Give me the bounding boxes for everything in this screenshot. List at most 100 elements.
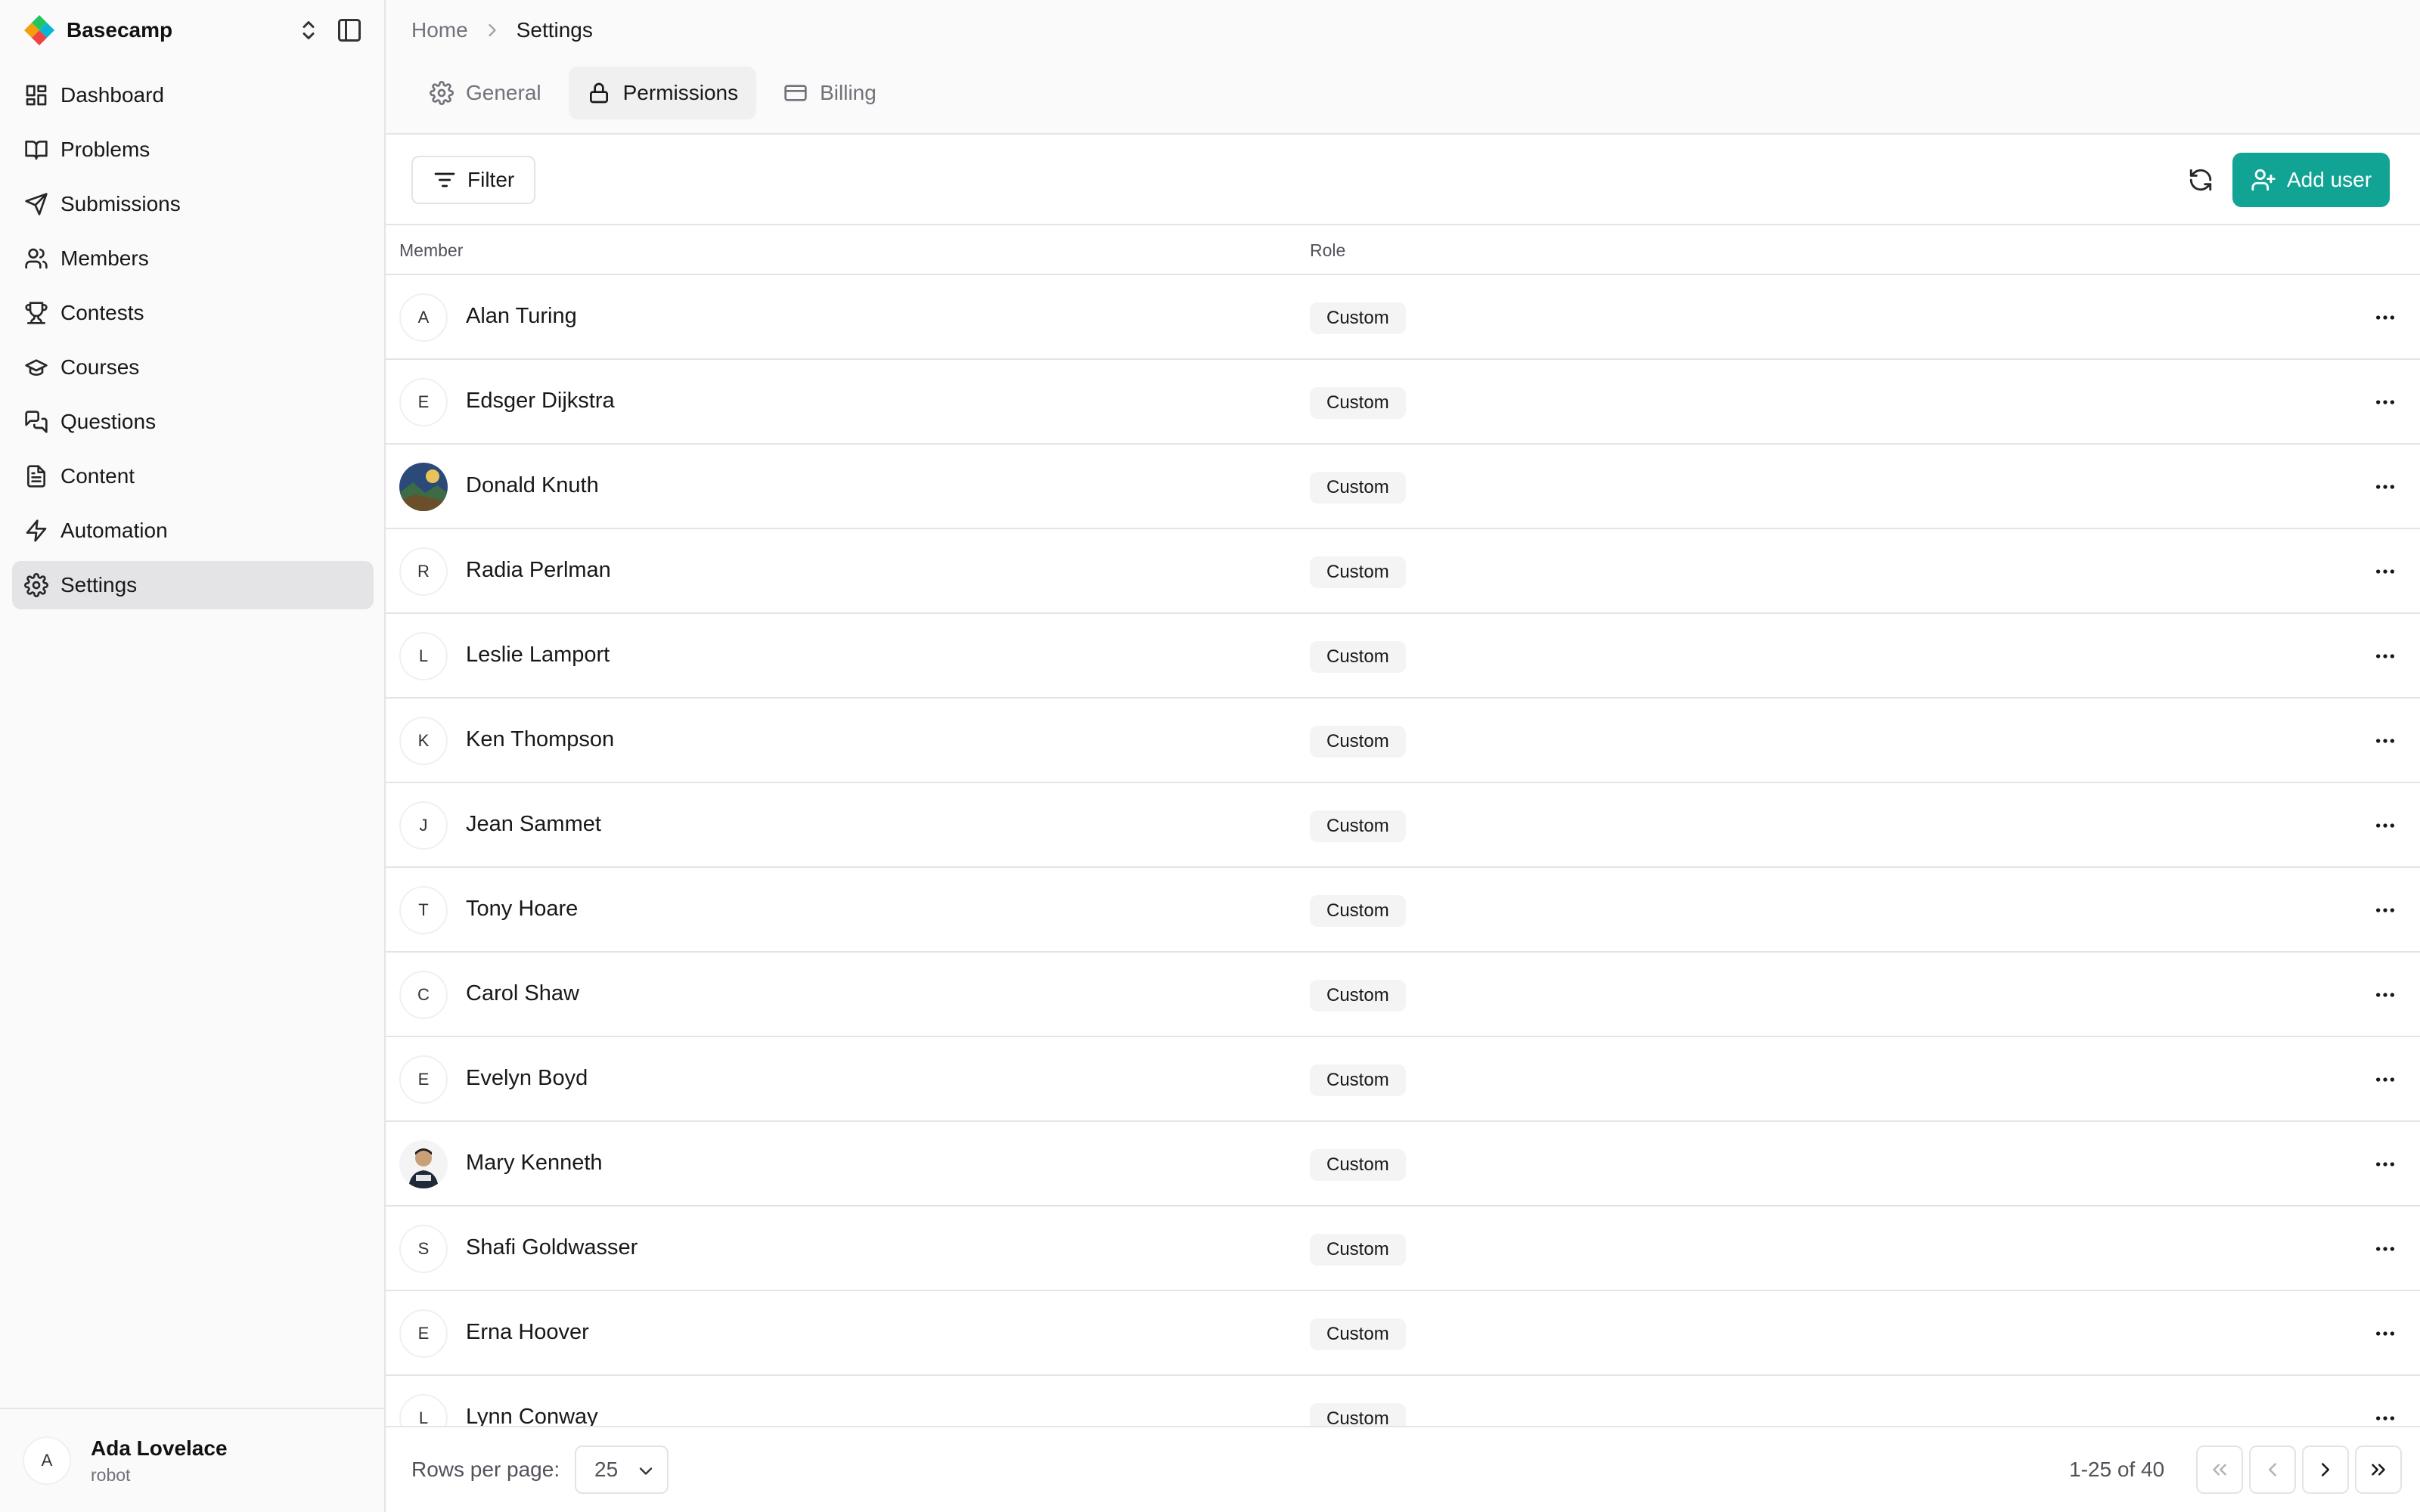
avatar: A xyxy=(399,293,448,342)
table-row[interactable]: E Erna Hoover Custom xyxy=(386,1291,2420,1376)
sidebar-item-label: Problems xyxy=(60,138,150,161)
sidebar-item-members[interactable]: Members xyxy=(12,234,374,283)
avatar: L xyxy=(399,1394,448,1426)
table-row[interactable]: Donald Knuth Custom xyxy=(386,445,2420,529)
add-user-label: Add user xyxy=(2287,168,2372,191)
table-header: Member Role xyxy=(386,225,2420,275)
role-badge: Custom xyxy=(1310,980,1406,1012)
more-horizontal-icon xyxy=(2376,823,2394,828)
role-badge: Custom xyxy=(1310,387,1406,419)
next-page-button[interactable] xyxy=(2302,1445,2349,1494)
role-badge: Custom xyxy=(1310,810,1406,842)
sidebar-item-dashboard[interactable]: Dashboard xyxy=(12,71,374,119)
user-menu[interactable]: A Ada Lovelace robot xyxy=(0,1408,384,1512)
last-page-button[interactable] xyxy=(2355,1445,2402,1494)
row-actions-button[interactable] xyxy=(2372,1406,2399,1426)
sidebar-item-content[interactable]: Content xyxy=(12,452,374,500)
table-row[interactable]: L Lynn Conway Custom xyxy=(386,1376,2420,1426)
table-row[interactable]: K Ken Thompson Custom xyxy=(386,699,2420,783)
chevron-right-icon xyxy=(489,23,496,37)
row-actions-button[interactable] xyxy=(2372,1067,2399,1092)
member-name: Radia Perlman xyxy=(466,558,611,582)
row-actions-button[interactable] xyxy=(2372,898,2399,922)
tab-label: General xyxy=(466,81,541,104)
row-actions-button[interactable] xyxy=(2372,475,2399,499)
table-row[interactable]: T Tony Hoare Custom xyxy=(386,868,2420,953)
tab-permissions[interactable]: Permissions xyxy=(568,67,757,119)
chevrons-up-down-icon[interactable] xyxy=(295,17,322,44)
sidebar-toggle-icon[interactable] xyxy=(336,17,363,44)
first-page-button[interactable] xyxy=(2196,1445,2243,1494)
column-header-member[interactable]: Member xyxy=(399,240,463,261)
more-horizontal-icon xyxy=(2376,908,2394,912)
row-actions-button[interactable] xyxy=(2372,559,2399,584)
dashboard-icon xyxy=(26,85,47,106)
tab-billing[interactable]: Billing xyxy=(765,67,895,119)
table-row[interactable]: A Alan Turing Custom xyxy=(386,275,2420,360)
sidebar-item-courses[interactable]: Courses xyxy=(12,343,374,392)
row-actions-button[interactable] xyxy=(2372,983,2399,1007)
chevrons-right-icon xyxy=(2372,1464,2385,1476)
more-horizontal-icon xyxy=(2376,1331,2394,1336)
sidebar-item-automation[interactable]: Automation xyxy=(12,507,374,555)
role-badge: Custom xyxy=(1310,556,1406,588)
tab-general[interactable]: General xyxy=(411,67,560,119)
breadcrumb-home-link[interactable]: Home xyxy=(411,18,468,42)
sidebar-item-questions[interactable]: Questions xyxy=(12,398,374,446)
filter-lines-icon xyxy=(434,172,455,187)
row-actions-button[interactable] xyxy=(2372,813,2399,838)
role-badge: Custom xyxy=(1310,726,1406,758)
tab-label: Permissions xyxy=(622,81,739,104)
sidebar-item-problems[interactable]: Problems xyxy=(12,125,374,174)
sidebar-nav: Dashboard Problems Submissions Members C… xyxy=(12,71,374,615)
members-table-body: A Alan Turing Custom E Edsger Dijkstra Custom… xyxy=(386,275,2420,1426)
previous-page-button[interactable] xyxy=(2249,1445,2296,1494)
more-horizontal-icon xyxy=(2376,485,2394,489)
table-row[interactable]: C Carol Shaw Custom xyxy=(386,953,2420,1037)
avatar: C xyxy=(399,971,448,1019)
add-user-button[interactable]: Add user xyxy=(2232,153,2391,207)
chevron-right-icon xyxy=(2322,1463,2329,1476)
member-name: Jean Sammet xyxy=(466,812,601,836)
column-header-role[interactable]: Role xyxy=(1310,240,1345,261)
sidebar-item-label: Courses xyxy=(60,355,140,379)
row-actions-button[interactable] xyxy=(2372,390,2399,414)
table-row[interactable]: E Evelyn Boyd Custom xyxy=(386,1037,2420,1122)
workspace-switcher[interactable]: Basecamp xyxy=(23,15,368,45)
main-content: Home Settings General Permissions Billin… xyxy=(386,0,2420,1512)
avatar: R xyxy=(399,547,448,596)
filter-button[interactable]: Filter xyxy=(411,156,536,204)
tab-label: Billing xyxy=(820,81,876,104)
member-name: Leslie Lamport xyxy=(466,643,610,667)
table-row[interactable]: J Jean Sammet Custom xyxy=(386,783,2420,868)
member-name: Alan Turing xyxy=(466,304,577,328)
avatar xyxy=(399,463,448,511)
refresh-button[interactable] xyxy=(2183,162,2219,198)
sidebar-item-contests[interactable]: Contests xyxy=(12,289,374,337)
user-role: robot xyxy=(91,1464,131,1485)
row-actions-button[interactable] xyxy=(2372,1237,2399,1261)
row-actions-button[interactable] xyxy=(2372,729,2399,753)
table-row[interactable]: S Shafi Goldwasser Custom xyxy=(386,1207,2420,1291)
table-row[interactable]: R Radia Perlman Custom xyxy=(386,529,2420,614)
avatar: K xyxy=(399,717,448,765)
rows-per-page-select[interactable]: 25 xyxy=(575,1445,669,1494)
row-actions-button[interactable] xyxy=(2372,644,2399,668)
sidebar-item-label: Submissions xyxy=(60,192,181,215)
table-row[interactable]: E Edsger Dijkstra Custom xyxy=(386,360,2420,445)
row-actions-button[interactable] xyxy=(2372,1152,2399,1176)
sidebar-item-settings[interactable]: Settings xyxy=(12,561,374,609)
table-row[interactable]: L Leslie Lamport Custom xyxy=(386,614,2420,699)
member-name: Tony Hoare xyxy=(466,897,579,921)
row-actions-button[interactable] xyxy=(2372,1321,2399,1346)
table-toolbar: Filter Add user xyxy=(386,135,2420,225)
role-badge: Custom xyxy=(1310,302,1406,334)
chevron-down-icon xyxy=(639,1467,653,1475)
row-actions-button[interactable] xyxy=(2372,305,2399,330)
more-horizontal-icon xyxy=(2376,1162,2394,1167)
more-horizontal-icon xyxy=(2376,1077,2394,1082)
more-horizontal-icon xyxy=(2376,400,2394,404)
sidebar-item-submissions[interactable]: Submissions xyxy=(12,180,374,228)
table-row[interactable]: Mary Kenneth Custom xyxy=(386,1122,2420,1207)
page-header: Home Settings General Permissions Billin… xyxy=(386,0,2420,135)
